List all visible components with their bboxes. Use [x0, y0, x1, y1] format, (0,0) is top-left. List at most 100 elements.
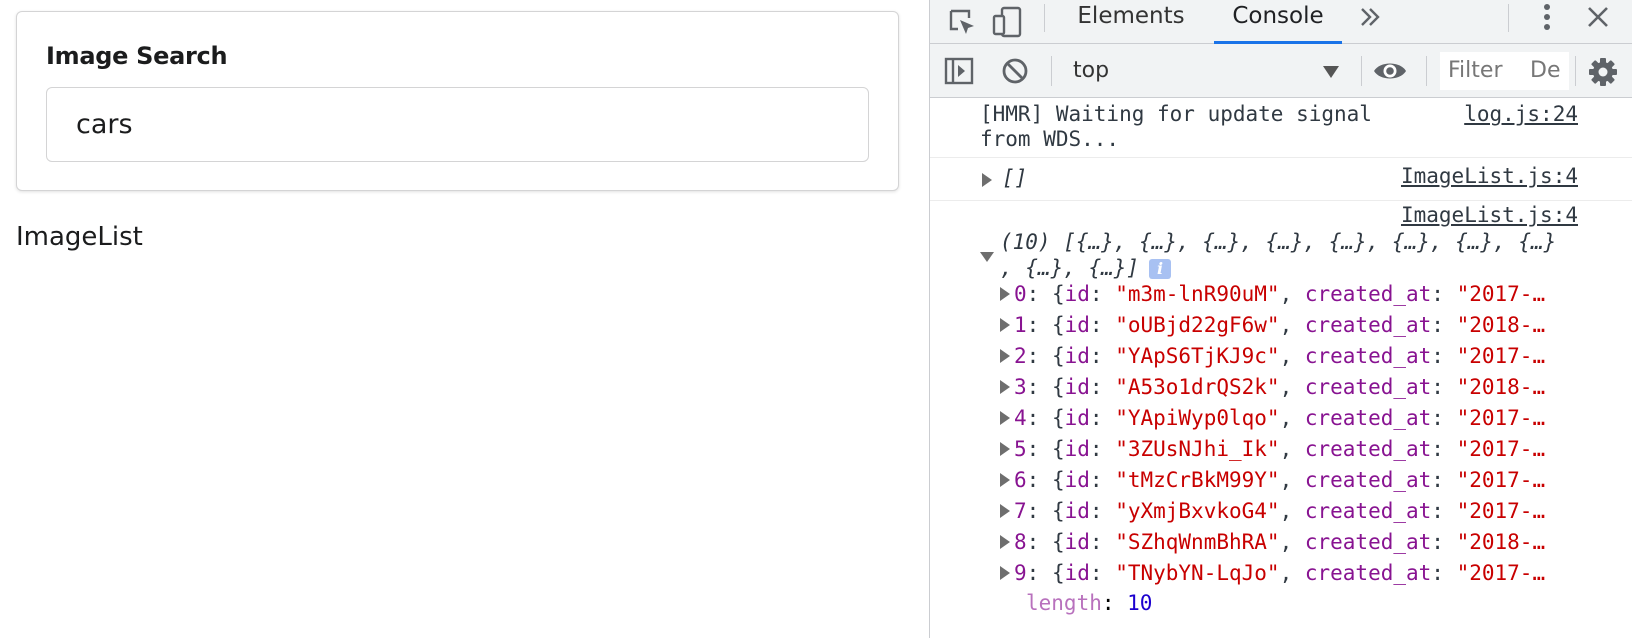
- item-created: "2018-…: [1456, 530, 1546, 554]
- expand-triangle-icon[interactable]: [1000, 473, 1010, 487]
- array-summary-line: (10) [{…}, {…}, {…}, {…}, {…}, {…}, {…},…: [1000, 230, 1557, 254]
- clear-console-icon[interactable]: [998, 54, 1032, 88]
- inspect-element-icon[interactable]: [944, 4, 980, 40]
- item-index: 6: [1014, 468, 1027, 492]
- tabbar-divider: [1508, 4, 1509, 32]
- tabbar-divider: [1044, 4, 1045, 32]
- array-length-row: length: 10: [1026, 591, 1153, 615]
- console-toolbar: top Filter De: [930, 44, 1632, 98]
- item-index: 9: [1014, 561, 1027, 585]
- console-message-line: from WDS...: [980, 127, 1120, 151]
- toolbar-divider: [1361, 56, 1362, 86]
- item-id: "tMzCrBkM99Y": [1115, 468, 1280, 492]
- item-created: "2017-…: [1456, 282, 1546, 306]
- execution-context-select[interactable]: top: [1073, 54, 1345, 88]
- console-settings-gear-icon[interactable]: [1585, 54, 1621, 90]
- console-message-text[interactable]: []: [1002, 166, 1027, 191]
- item-created: "2017-…: [1456, 406, 1546, 430]
- expand-triangle-icon[interactable]: [1000, 535, 1010, 549]
- execution-context-value: top: [1073, 58, 1110, 83]
- item-created: "2018-…: [1456, 313, 1546, 337]
- item-created: "2017-…: [1456, 344, 1546, 368]
- device-toolbar-icon[interactable]: [990, 4, 1026, 40]
- console-message-text: [HMR] Waiting for update signal from WDS…: [980, 102, 1372, 152]
- array-item-row[interactable]: 8: {id: "SZhqWnmBhRA", created_at: "2018…: [1000, 527, 1610, 557]
- console-filter-input[interactable]: Filter De: [1440, 52, 1569, 90]
- array-summary[interactable]: (10) [{…}, {…}, {…}, {…}, {…}, {…}, {…},…: [1000, 229, 1556, 281]
- devtools-tabbar: Elements Console: [930, 0, 1632, 44]
- expand-triangle-icon[interactable]: [1000, 442, 1010, 456]
- source-link[interactable]: ImageList.js:4: [1401, 164, 1578, 189]
- expand-triangle-icon[interactable]: [982, 173, 992, 187]
- image-list: ImageList: [16, 222, 143, 252]
- item-created: "2017-…: [1456, 437, 1546, 461]
- array-item-row[interactable]: 6: {id: "tMzCrBkM99Y", created_at: "2017…: [1000, 465, 1610, 495]
- expand-triangle-icon[interactable]: [1000, 287, 1010, 301]
- item-index: 0: [1014, 282, 1027, 306]
- info-icon[interactable]: i: [1149, 259, 1172, 279]
- item-id: "YApS6TjKJ9c": [1115, 344, 1280, 368]
- toolbar-divider: [1575, 56, 1576, 86]
- expand-triangle-icon[interactable]: [1000, 318, 1010, 332]
- search-label: Image Search: [46, 42, 228, 70]
- close-icon[interactable]: [1583, 2, 1613, 32]
- item-index: 5: [1014, 437, 1027, 461]
- show-sidebar-icon[interactable]: [942, 54, 976, 88]
- dropdown-arrow-icon: [1323, 66, 1339, 78]
- item-created: "2017-…: [1456, 468, 1546, 492]
- console-message-line: [HMR] Waiting for update signal: [980, 102, 1372, 126]
- array-item-row[interactable]: 0: {id: "m3m-lnR90uM", created_at: "2017…: [1000, 279, 1610, 309]
- item-created: "2018-…: [1456, 375, 1546, 399]
- item-id: "A53o1drQS2k": [1115, 375, 1280, 399]
- expand-triangle-icon[interactable]: [1000, 411, 1010, 425]
- expand-triangle-icon[interactable]: [1000, 566, 1010, 580]
- expand-triangle-icon[interactable]: [1000, 380, 1010, 394]
- item-index: 4: [1014, 406, 1027, 430]
- item-index: 2: [1014, 344, 1027, 368]
- item-id: "SZhqWnmBhRA": [1115, 530, 1280, 554]
- array-item-row[interactable]: 7: {id: "yXmjBxvkoG4", created_at: "2017…: [1000, 496, 1610, 526]
- console-message: [] ImageList.js:4: [930, 158, 1632, 201]
- item-id: "m3m-lnR90uM": [1115, 282, 1280, 306]
- item-index: 1: [1014, 313, 1027, 337]
- item-id: "oUBjd22gF6w": [1115, 313, 1280, 337]
- search-card: Image Search: [16, 11, 899, 191]
- search-input[interactable]: [46, 87, 869, 162]
- expand-triangle-icon[interactable]: [1000, 504, 1010, 518]
- item-created: "2017-…: [1456, 499, 1546, 523]
- collapse-triangle-icon[interactable]: [980, 252, 994, 262]
- more-options-icon[interactable]: [1532, 2, 1562, 32]
- filter-placeholder: Filter: [1448, 58, 1503, 83]
- double-chevron-right-icon[interactable]: [1355, 2, 1385, 32]
- array-item-row[interactable]: 9: {id: "TNybYN-LqJo", created_at: "2017…: [1000, 558, 1610, 588]
- tab-console[interactable]: Console: [1214, 0, 1342, 44]
- length-key: length: [1026, 591, 1102, 615]
- item-id: "YApiWyp0lqo": [1115, 406, 1280, 430]
- expand-triangle-icon[interactable]: [1000, 349, 1010, 363]
- source-link[interactable]: log.js:24: [1464, 102, 1578, 127]
- item-created: "2017-…: [1456, 561, 1546, 585]
- length-value: 10: [1127, 591, 1153, 615]
- source-link[interactable]: ImageList.js:4: [1401, 203, 1578, 228]
- tab-elements[interactable]: Elements: [1070, 0, 1192, 44]
- item-id: "3ZUsNJhi_Ik": [1115, 437, 1280, 461]
- app-pane: Image Search ImageList: [0, 0, 930, 638]
- item-id: "yXmjBxvkoG4": [1115, 499, 1280, 523]
- toolbar-divider: [1051, 56, 1052, 86]
- toolbar-divider: [1426, 56, 1427, 86]
- array-item-row[interactable]: 2: {id: "YApS6TjKJ9c", created_at: "2017…: [1000, 341, 1610, 371]
- array-item-row[interactable]: 4: {id: "YApiWyp0lqo", created_at: "2017…: [1000, 403, 1610, 433]
- array-summary-line: , {…}, {…}]: [1000, 256, 1140, 280]
- array-item-row[interactable]: 1: {id: "oUBjd22gF6w", created_at: "2018…: [1000, 310, 1610, 340]
- eye-icon[interactable]: [1369, 54, 1411, 88]
- log-levels-dropdown[interactable]: De: [1530, 52, 1560, 90]
- array-item-row[interactable]: 3: {id: "A53o1drQS2k", created_at: "2018…: [1000, 372, 1610, 402]
- console-message: [HMR] Waiting for update signal from WDS…: [930, 99, 1632, 158]
- item-index: 8: [1014, 530, 1027, 554]
- array-item-row[interactable]: 5: {id: "3ZUsNJhi_Ik", created_at: "2017…: [1000, 434, 1610, 464]
- item-index: 3: [1014, 375, 1027, 399]
- devtools-panel: Elements Console top Filter De [HMR] Wai…: [929, 0, 1632, 638]
- item-index: 7: [1014, 499, 1027, 523]
- console-output: [HMR] Waiting for update signal from WDS…: [930, 99, 1632, 638]
- item-id: "TNybYN-LqJo": [1115, 561, 1280, 585]
